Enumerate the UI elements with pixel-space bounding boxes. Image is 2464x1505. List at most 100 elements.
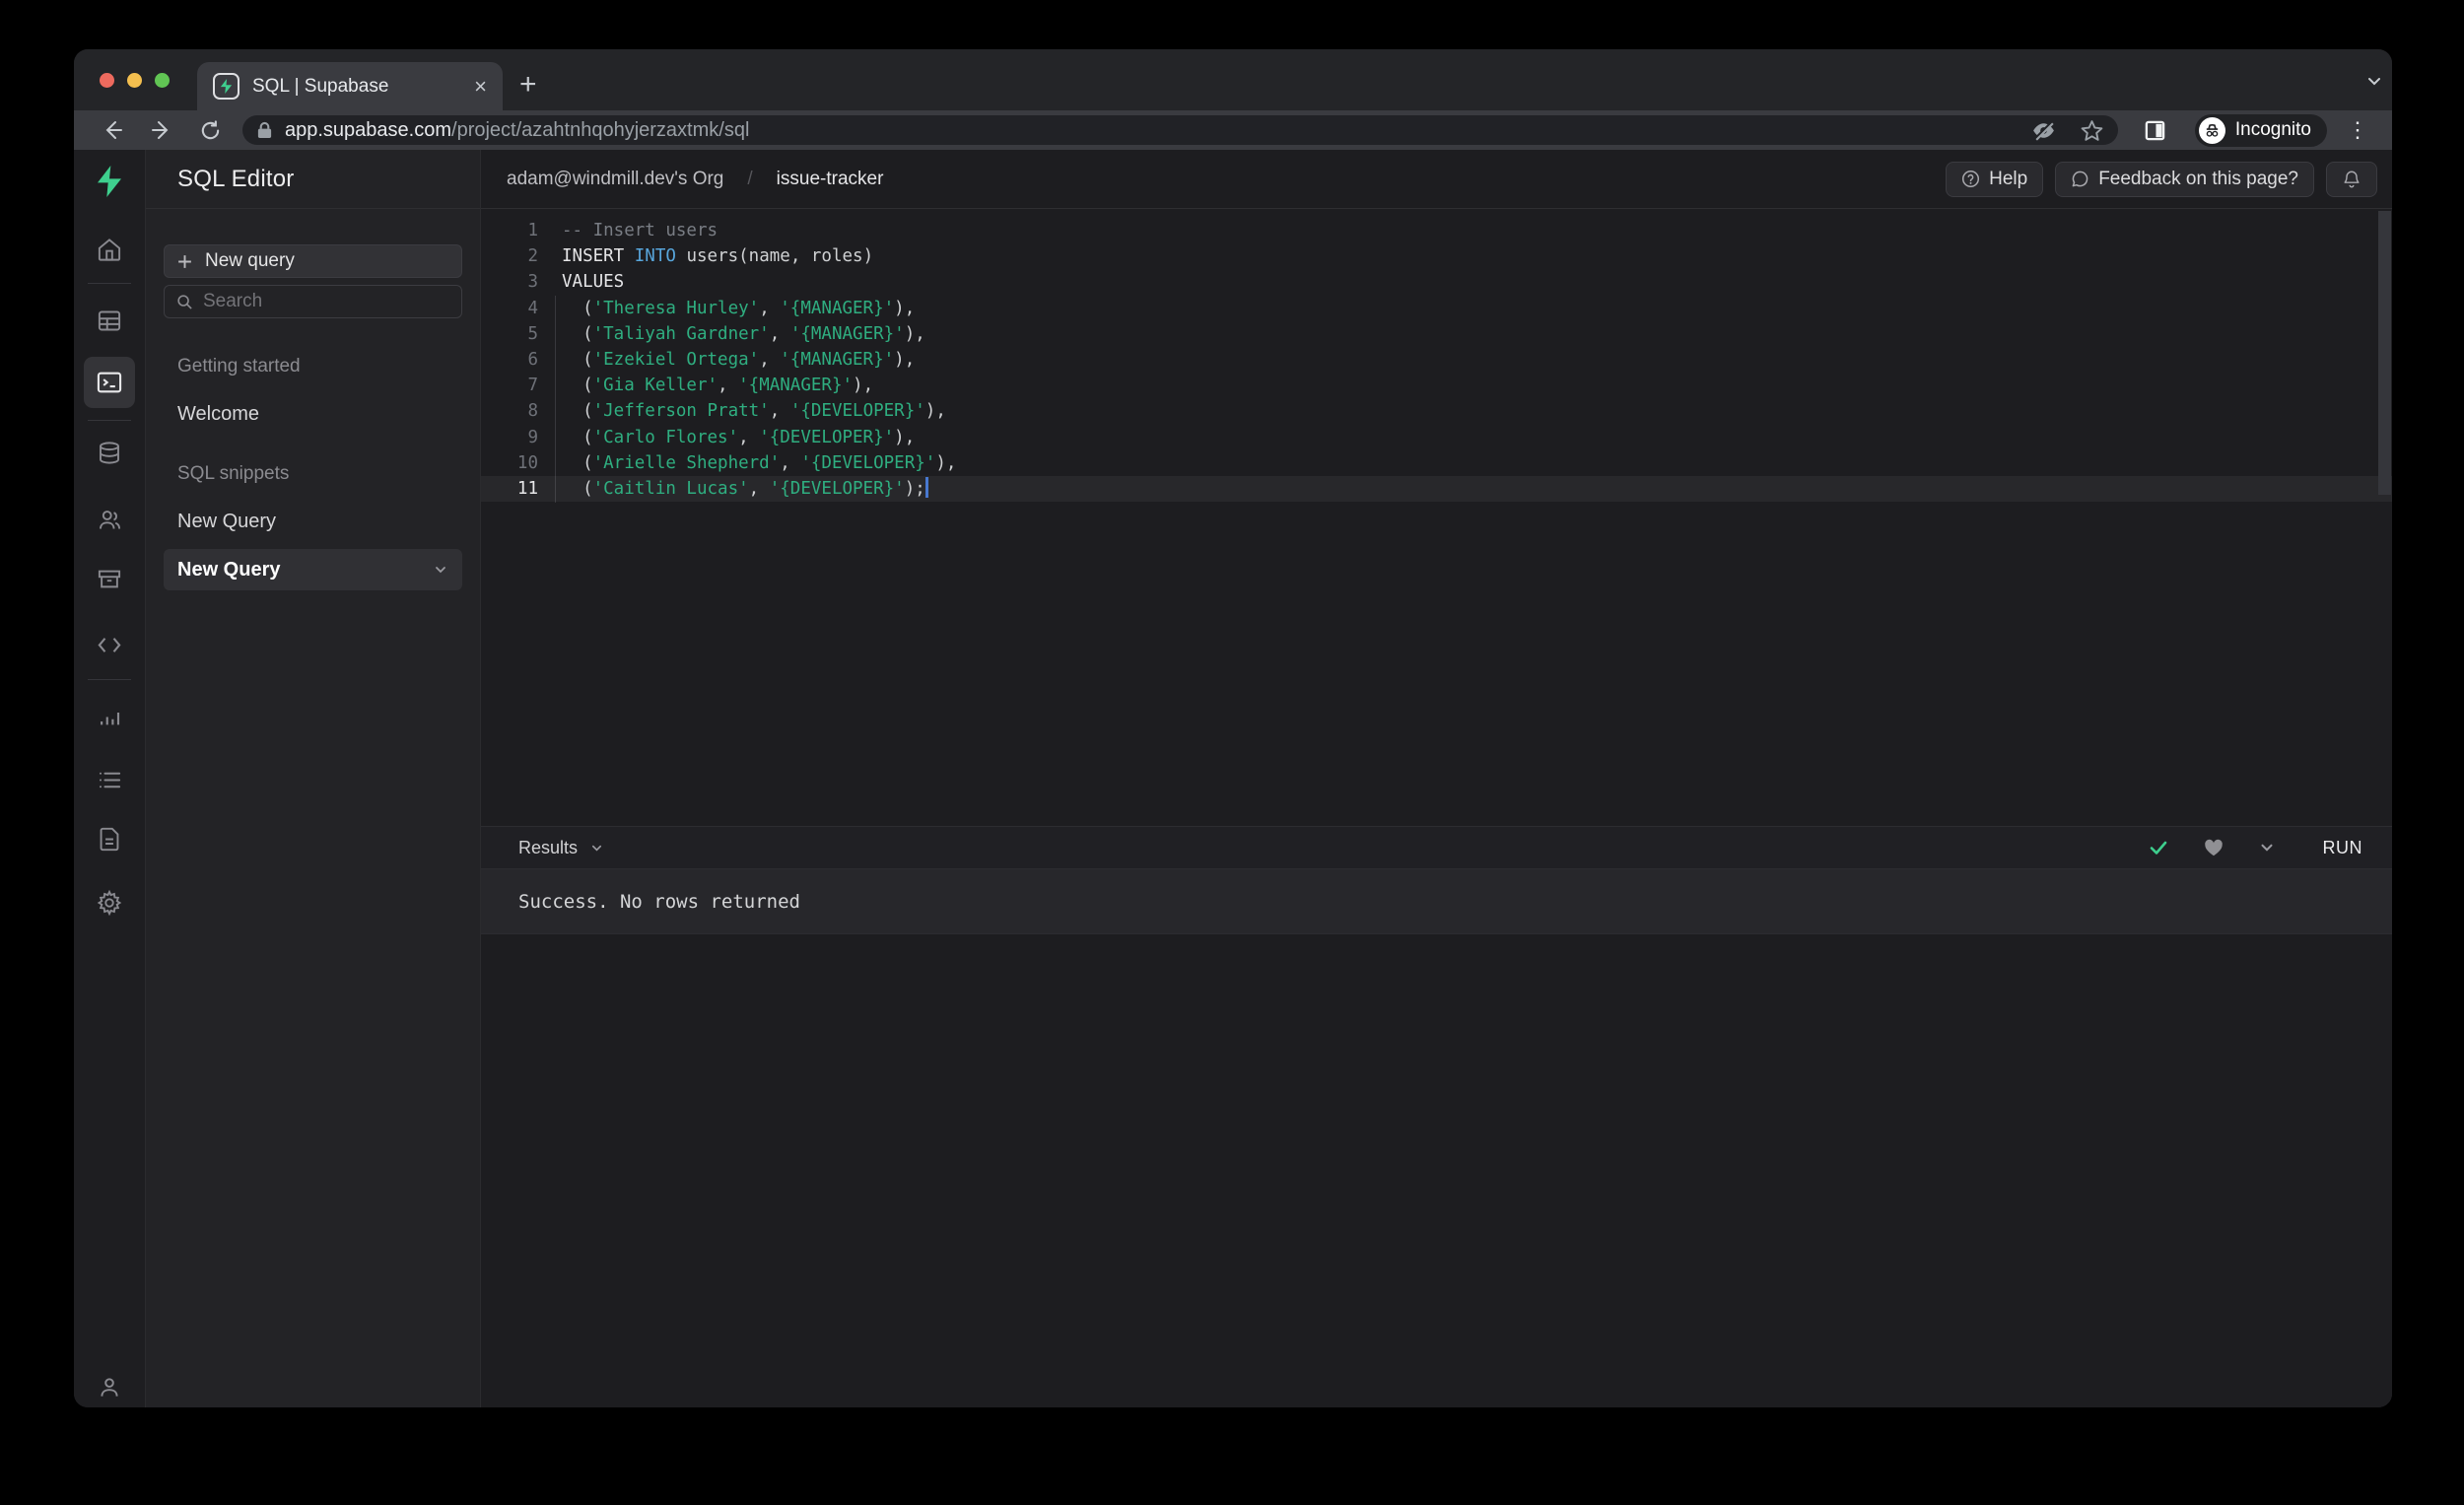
line-number: 10 bbox=[516, 452, 538, 473]
browser-menu-icon[interactable]: ⋮ bbox=[2347, 119, 2368, 141]
incognito-label: Incognito bbox=[2234, 119, 2311, 140]
sql-code-editor[interactable]: 1 -- Insert users 2 INSERT INTO users(name,… bbox=[481, 209, 2392, 826]
tab-close-icon[interactable]: × bbox=[474, 75, 487, 98]
line-number: 7 bbox=[527, 376, 538, 396]
edge-functions-icon[interactable] bbox=[97, 632, 123, 658]
breadcrumb: adam@windmill.dev's Org / issue-tracker bbox=[507, 169, 883, 190]
browser-tab[interactable]: SQL | Supabase × bbox=[197, 62, 503, 110]
code-line[interactable]: 5 ('Taliyah Gardner', '{MANAGER}'), bbox=[481, 321, 2392, 347]
results-empty-area bbox=[481, 934, 2392, 1407]
code-line[interactable]: 4 ('Theresa Hurley', '{MANAGER}'), bbox=[481, 296, 2392, 321]
sidebar-item-new-query-selected[interactable]: New Query bbox=[164, 549, 462, 590]
browser-window: SQL | Supabase × + app.supabase.com/proj… bbox=[74, 49, 2392, 1407]
tab-search-chevron-icon[interactable] bbox=[2364, 71, 2384, 96]
line-number: 9 bbox=[527, 427, 538, 447]
close-window-button[interactable] bbox=[100, 73, 114, 88]
sql-editor-icon-active[interactable] bbox=[84, 357, 135, 408]
code-line[interactable]: 1 -- Insert users bbox=[481, 218, 2392, 243]
breadcrumb-org[interactable]: adam@windmill.dev's Org bbox=[507, 169, 723, 190]
line-number: 2 bbox=[527, 246, 538, 267]
url-host: app.supabase.com bbox=[285, 118, 452, 141]
search-input[interactable] bbox=[203, 291, 430, 312]
help-button[interactable]: Help bbox=[1946, 161, 2044, 197]
run-options-chevron-icon[interactable] bbox=[2258, 839, 2276, 856]
url-bar[interactable]: app.supabase.com/project/azahtnhqohyjerz… bbox=[242, 115, 2118, 145]
code-line[interactable]: 9 ('Carlo Flores', '{DEVELOPER}'), bbox=[481, 425, 2392, 450]
breadcrumb-project[interactable]: issue-tracker bbox=[777, 169, 884, 190]
text-cursor bbox=[924, 476, 928, 498]
lock-icon bbox=[256, 121, 273, 140]
breadcrumb-separator: / bbox=[747, 168, 753, 189]
table-editor-icon[interactable] bbox=[97, 308, 123, 334]
plus-icon bbox=[178, 254, 191, 268]
reload-icon[interactable] bbox=[199, 119, 222, 142]
side-panel-icon[interactable] bbox=[2144, 119, 2166, 142]
query-result-message: Success. No rows returned bbox=[481, 869, 2392, 934]
line-number: 4 bbox=[527, 298, 538, 318]
chevron-down-icon[interactable] bbox=[433, 562, 448, 578]
maximize-window-button[interactable] bbox=[155, 73, 170, 88]
line-number: 11 bbox=[516, 478, 538, 499]
line-number: 1 bbox=[527, 221, 538, 240]
browser-toolbar: app.supabase.com/project/azahtnhqohyjerz… bbox=[74, 110, 2392, 150]
code-line[interactable]: 8 ('Jefferson Pratt', '{DEVELOPER}'), bbox=[481, 398, 2392, 424]
supabase-logo-icon[interactable] bbox=[94, 164, 125, 199]
line-number: 5 bbox=[527, 323, 538, 344]
home-icon[interactable] bbox=[97, 237, 123, 263]
results-dropdown[interactable]: Results bbox=[518, 838, 604, 858]
nav-rail bbox=[74, 150, 146, 1407]
tab-strip: SQL | Supabase × + bbox=[74, 49, 2392, 110]
new-query-button[interactable]: New query bbox=[164, 244, 462, 278]
supabase-favicon-icon bbox=[213, 73, 240, 100]
auth-users-icon[interactable] bbox=[97, 507, 123, 533]
page-title: SQL Editor bbox=[177, 165, 295, 192]
sidebar-header: SQL Editor bbox=[146, 150, 480, 209]
success-check-icon bbox=[2148, 837, 2169, 858]
traffic-lights bbox=[100, 73, 170, 88]
feedback-button[interactable]: Feedback on this page? bbox=[2055, 161, 2314, 197]
code-line[interactable]: 6 ('Ezekiel Ortega', '{MANAGER}'), bbox=[481, 347, 2392, 373]
api-docs-icon[interactable] bbox=[97, 826, 123, 853]
line-number: 3 bbox=[527, 272, 538, 293]
notifications-button[interactable] bbox=[2326, 161, 2377, 197]
section-label-getting-started: Getting started bbox=[177, 356, 301, 376]
url-path: /project/azahtnhqohyjerzaxtmk/sql bbox=[451, 118, 750, 141]
minimize-window-button[interactable] bbox=[127, 73, 142, 88]
search-box[interactable] bbox=[164, 285, 462, 318]
chevron-down-icon bbox=[589, 841, 604, 855]
line-number: 6 bbox=[527, 349, 538, 370]
bookmark-star-icon[interactable] bbox=[2080, 118, 2104, 143]
code-line[interactable]: 2 INSERT INTO users(name, roles) bbox=[481, 243, 2392, 269]
code-line[interactable]: 11 ('Caitlin Lucas', '{DEVELOPER}'); bbox=[481, 475, 2392, 503]
code-line[interactable]: 3 VALUES bbox=[481, 269, 2392, 295]
bell-icon bbox=[2342, 170, 2361, 189]
line-number: 8 bbox=[527, 401, 538, 422]
forward-icon[interactable] bbox=[150, 118, 173, 142]
code-line[interactable]: 7 ('Gia Keller', '{MANAGER}'), bbox=[481, 373, 2392, 398]
tab-title: SQL | Supabase bbox=[252, 75, 389, 97]
settings-gear-icon[interactable] bbox=[96, 889, 123, 917]
back-icon[interactable] bbox=[101, 118, 124, 142]
user-account-icon[interactable] bbox=[97, 1375, 122, 1401]
logs-icon[interactable] bbox=[97, 767, 123, 793]
run-button[interactable]: RUN bbox=[2323, 838, 2363, 858]
storage-icon[interactable] bbox=[97, 566, 123, 592]
code-lines: 1 -- Insert users 2 INSERT INTO users(name,… bbox=[481, 218, 2392, 503]
incognito-badge: Incognito bbox=[2194, 113, 2327, 147]
supabase-app: SQL Editor New query Getting started Wel… bbox=[74, 150, 2392, 1407]
favorite-heart-icon[interactable] bbox=[2203, 837, 2224, 858]
chat-bubble-icon bbox=[2071, 170, 2089, 188]
code-line[interactable]: 10 ('Arielle Shepherd', '{DEVELOPER}'), bbox=[481, 450, 2392, 476]
reports-icon[interactable] bbox=[97, 704, 123, 730]
editor-scrollbar[interactable] bbox=[2378, 211, 2391, 495]
database-icon[interactable] bbox=[97, 440, 123, 466]
section-label-sql-snippets: SQL snippets bbox=[177, 463, 290, 484]
main-header: adam@windmill.dev's Org / issue-tracker … bbox=[481, 150, 2392, 209]
sidebar-item-welcome[interactable]: Welcome bbox=[177, 403, 462, 426]
sidebar-item-new-query[interactable]: New Query bbox=[177, 511, 462, 533]
eye-off-icon[interactable] bbox=[2031, 118, 2056, 143]
help-circle-icon bbox=[1961, 170, 1980, 188]
new-tab-button[interactable]: + bbox=[519, 70, 537, 100]
results-bar: Results RUN bbox=[481, 826, 2392, 869]
search-icon bbox=[177, 294, 192, 309]
